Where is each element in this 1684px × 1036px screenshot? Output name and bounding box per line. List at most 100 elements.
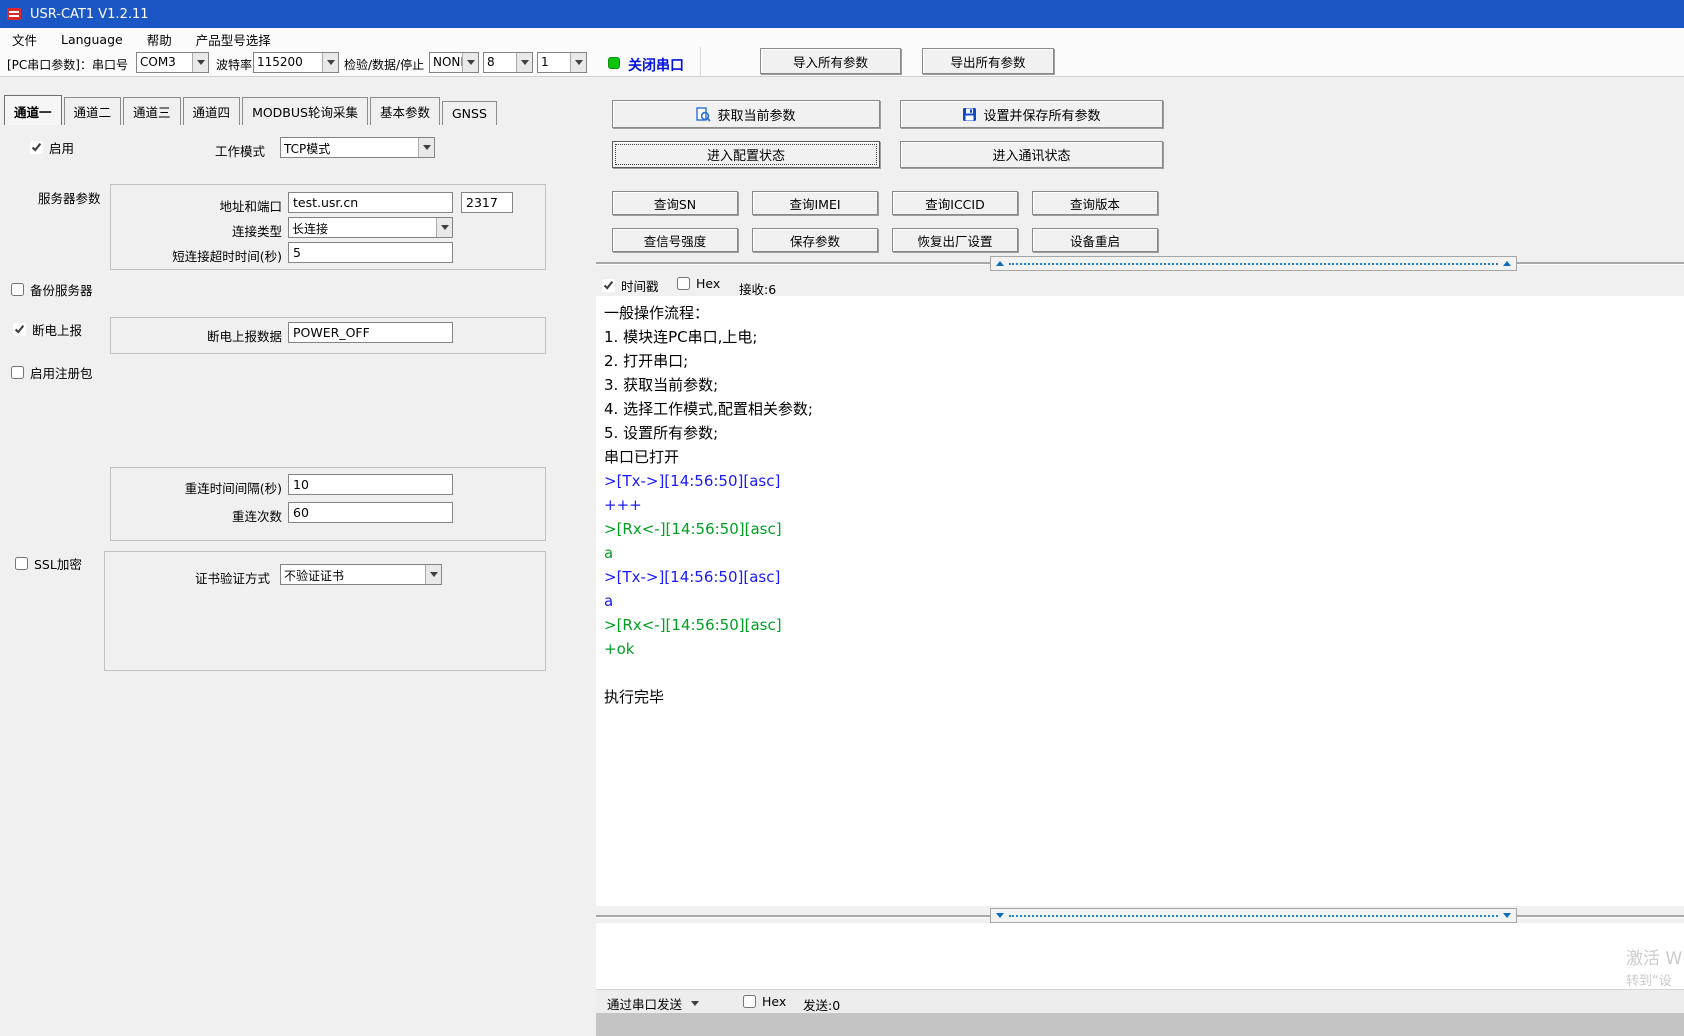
action-button-row: 查信号强度保存参数恢复出厂设置设备重启 xyxy=(612,228,1158,252)
tab[interactable]: 通道四 xyxy=(183,97,241,125)
windows-activation-watermark: 激活 W xyxy=(1626,944,1684,969)
log-line: >[Tx->][14:56:50][asc] xyxy=(604,469,1684,493)
tab-strip: 通道一通道二通道三通道四MODBUS轮询采集基本参数GNSS xyxy=(4,95,499,125)
collapse-up-icon xyxy=(996,261,1004,266)
query-button-row: 查询SN 查询IMEI 查询ICCID 查询版本 xyxy=(612,191,1158,215)
save-icon xyxy=(962,107,977,122)
server-port-input[interactable] xyxy=(461,192,513,213)
tab[interactable]: 通道三 xyxy=(123,97,181,125)
recv-hex-checkbox[interactable]: Hex xyxy=(677,276,720,291)
query-button[interactable]: 查询版本 xyxy=(1032,191,1158,215)
send-splitter-handle[interactable] xyxy=(990,908,1517,923)
log-line: 执行完毕 xyxy=(604,685,1684,709)
set-save-params-button[interactable]: 设置并保存所有参数 xyxy=(900,100,1163,128)
com-port-select[interactable]: COM3 xyxy=(136,52,209,73)
enter-comm-button[interactable]: 进入通讯状态 xyxy=(900,141,1163,168)
action-button[interactable]: 恢复出厂设置 xyxy=(892,228,1018,252)
parity-label: 检验/数据/停止 xyxy=(344,56,424,73)
send-bar: 通过串口发送 Hex 发送:0 xyxy=(596,989,1684,1013)
ssl-checkbox[interactable]: SSL加密 xyxy=(15,554,82,573)
conn-type-label: 连接类型 xyxy=(132,221,282,240)
log-line: 一般操作流程： xyxy=(604,301,1684,325)
toolbar: [PC串口参数]：串口号 COM3 波特率 115200 检验/数据/停止 NO… xyxy=(0,51,1684,76)
databits-select[interactable]: 8 xyxy=(483,52,533,73)
short-timeout-label: 短连接超时时间(秒) xyxy=(100,246,282,265)
log-splitter-handle[interactable] xyxy=(990,256,1517,271)
parity-select[interactable]: NONI xyxy=(429,52,479,73)
chevron-down-icon xyxy=(322,53,338,72)
export-params-button[interactable]: 导出所有参数 xyxy=(922,48,1054,74)
query-button[interactable]: 查询IMEI xyxy=(752,191,878,215)
work-mode-select[interactable]: TCP模式 xyxy=(280,137,435,158)
baud-select[interactable]: 115200 xyxy=(253,52,339,73)
action-button[interactable]: 保存参数 xyxy=(752,228,878,252)
stopbits-select[interactable]: 1 xyxy=(537,52,587,73)
menu-language[interactable]: Language xyxy=(49,29,135,50)
log-line: +++ xyxy=(604,493,1684,517)
menu-product-model[interactable]: 产品型号选择 xyxy=(184,27,283,52)
reconnect-times-input[interactable] xyxy=(288,502,453,523)
cert-verify-select[interactable]: 不验证证书 xyxy=(280,564,442,585)
power-off-data-label: 断电上报数据 xyxy=(132,326,282,345)
send-hex-checkbox[interactable]: Hex xyxy=(743,994,786,1009)
timestamp-checkbox[interactable]: 时间戳 xyxy=(602,276,659,295)
backup-server-checkbox[interactable]: 备份服务器 xyxy=(11,280,93,299)
power-off-report-checkbox[interactable]: 断电上报 xyxy=(13,320,82,339)
chevron-down-icon xyxy=(418,138,434,157)
reconnect-times-label: 重连次数 xyxy=(132,506,282,525)
log-line: >[Tx->][14:56:50][asc] xyxy=(604,565,1684,589)
chevron-down-icon xyxy=(462,53,478,72)
reconnect-interval-input[interactable] xyxy=(288,474,453,495)
tab[interactable]: 基本参数 xyxy=(370,97,440,125)
tab[interactable]: MODBUS轮询采集 xyxy=(242,97,368,125)
log-line: 1. 模块连PC串口,上电; xyxy=(604,325,1684,349)
close-serial-button[interactable]: 关闭串口 xyxy=(628,55,684,75)
log-line: a xyxy=(604,589,1684,613)
server-host-input[interactable] xyxy=(288,192,453,213)
enable-checkbox[interactable]: 启用 xyxy=(30,138,74,157)
server-params-label: 服务器参数 xyxy=(38,188,101,207)
enter-config-button[interactable]: 进入配置状态 xyxy=(612,141,880,168)
menu-file[interactable]: 文件 xyxy=(0,27,49,52)
app-icon xyxy=(6,6,22,22)
splitter-grip xyxy=(1009,915,1498,917)
reconnect-interval-label: 重连时间间隔(秒) xyxy=(100,478,282,497)
short-timeout-input[interactable] xyxy=(288,242,453,263)
log-line: >[Rx<-][14:56:50][asc] xyxy=(604,517,1684,541)
send-input-area[interactable] xyxy=(596,923,1684,989)
action-button[interactable]: 设备重启 xyxy=(1032,228,1158,252)
pc-serial-label: [PC串口参数]：串口号 xyxy=(7,56,128,73)
addr-port-label: 地址和端口 xyxy=(132,196,282,215)
send-via-serial-button[interactable]: 通过串口发送 xyxy=(607,994,699,1013)
menu-help[interactable]: 帮助 xyxy=(135,27,184,52)
search-params-icon xyxy=(696,107,711,122)
import-params-button[interactable]: 导入所有参数 xyxy=(760,48,901,74)
collapse-down-icon xyxy=(1503,913,1511,918)
collapse-up-icon xyxy=(1503,261,1511,266)
tab[interactable]: 通道一 xyxy=(4,95,62,125)
log-line: 2. 打开串口; xyxy=(604,349,1684,373)
tab[interactable]: 通道二 xyxy=(64,97,122,125)
log-line: 串口已打开 xyxy=(604,445,1684,469)
titlebar: USR-CAT1 V1.2.11 xyxy=(0,0,1684,28)
tab[interactable]: GNSS xyxy=(442,101,497,125)
register-packet-checkbox[interactable]: 启用注册包 xyxy=(11,363,93,382)
work-mode-label: 工作模式 xyxy=(215,141,265,160)
query-button[interactable]: 查询ICCID xyxy=(892,191,1018,215)
toolbar-separator xyxy=(700,47,701,77)
get-params-button[interactable]: 获取当前参数 xyxy=(612,100,880,128)
conn-type-select[interactable]: 长连接 xyxy=(288,217,453,238)
chevron-down-icon xyxy=(436,218,452,237)
app-window: USR-CAT1 V1.2.11 文件 Language 帮助 产品型号选择 [… xyxy=(0,0,1684,1036)
power-off-data-input[interactable] xyxy=(288,322,453,343)
action-button[interactable]: 查信号强度 xyxy=(612,228,738,252)
chevron-down-icon xyxy=(425,565,441,584)
serial-open-led xyxy=(608,57,620,69)
log-line: a xyxy=(604,541,1684,565)
chevron-down-icon xyxy=(192,53,208,72)
query-button[interactable]: 查询SN xyxy=(612,191,738,215)
bottom-edge xyxy=(596,1013,1684,1036)
log-line: 4. 选择工作模式,配置相关参数; xyxy=(604,397,1684,421)
receive-log[interactable]: 一般操作流程：1. 模块连PC串口,上电;2. 打开串口;3. 获取当前参数;4… xyxy=(596,296,1684,906)
splitter-grip xyxy=(1009,263,1498,265)
